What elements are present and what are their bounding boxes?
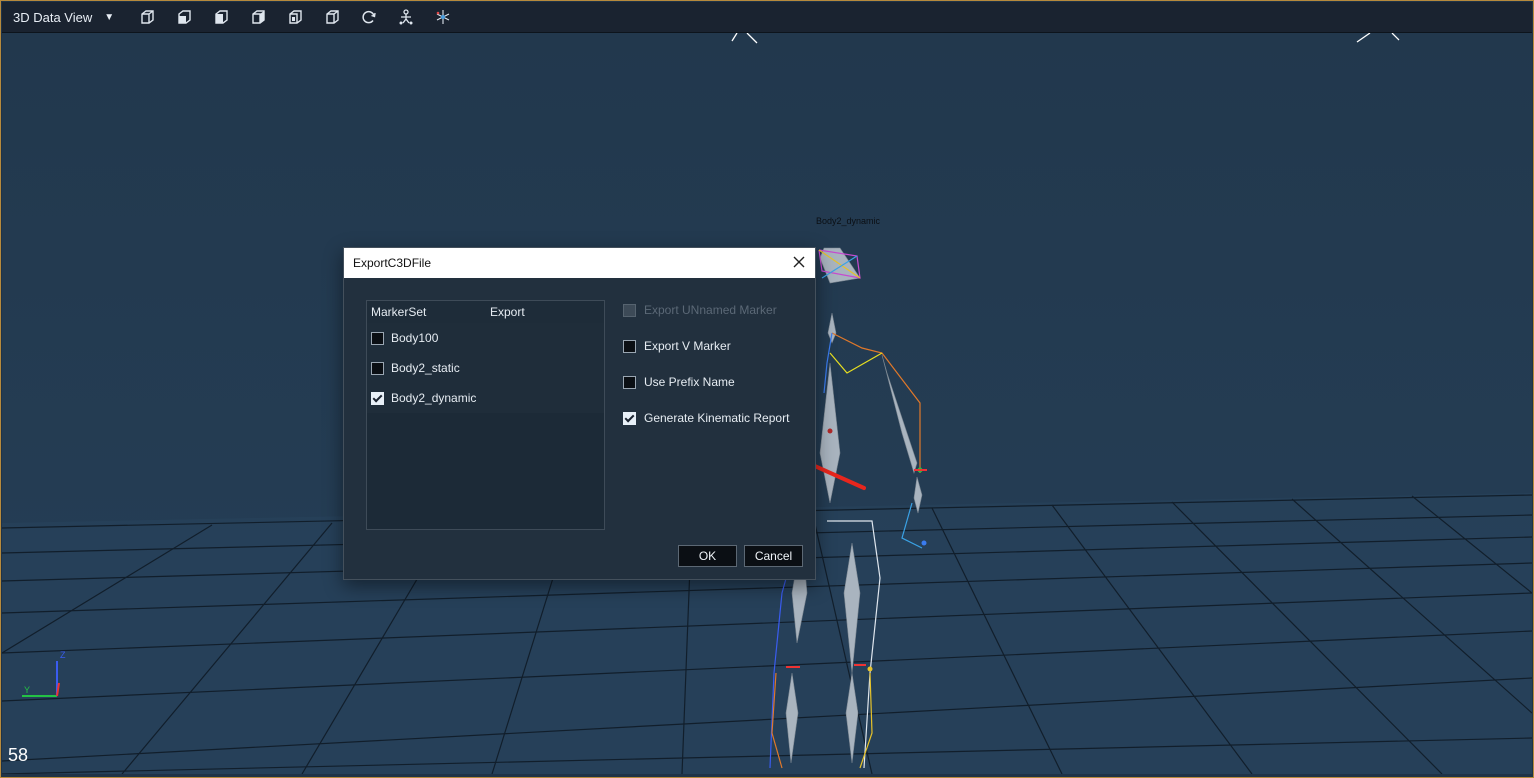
checkbox[interactable] — [623, 339, 636, 353]
option-label: Export UNnamed Marker — [644, 303, 777, 317]
table-row[interactable]: Body2_dynamic — [367, 383, 604, 413]
figure-label: Body2_dynamic — [816, 216, 881, 226]
checkbox[interactable] — [623, 411, 636, 425]
generate-kinematic-report-option[interactable]: Generate Kinematic Report — [623, 411, 789, 425]
column-header-export: Export — [490, 305, 525, 319]
front-view-icon[interactable] — [165, 4, 202, 30]
option-label: Use Prefix Name — [644, 375, 735, 389]
svg-text:Z: Z — [60, 650, 66, 660]
row-checkbox[interactable] — [371, 361, 384, 375]
close-icon[interactable] — [791, 254, 807, 270]
top-view-icon[interactable] — [239, 4, 276, 30]
checkbox[interactable] — [623, 375, 636, 389]
option-label: Export V Marker — [644, 339, 731, 353]
view-title: 3D Data View — [13, 9, 93, 25]
row-label: Body100 — [391, 331, 439, 345]
use-prefix-name-option[interactable]: Use Prefix Name — [623, 375, 735, 389]
dialog-titlebar: ExportC3DFile — [344, 248, 815, 278]
checkbox — [623, 303, 636, 317]
export-c3d-dialog: ExportC3DFile MarkerSet Export Body100 B… — [343, 247, 816, 580]
frame-number: 58 — [8, 745, 29, 765]
table-row[interactable]: Body2_static — [367, 353, 604, 383]
skeleton-view-icon[interactable] — [387, 4, 424, 30]
export-unnamed-marker-option: Export UNnamed Marker — [623, 303, 777, 317]
row-label: Body2_dynamic — [391, 391, 477, 405]
marker-view-icon[interactable] — [424, 4, 461, 30]
row-checkbox[interactable] — [371, 391, 384, 405]
row-label: Body2_static — [391, 361, 460, 375]
perspective-view-icon[interactable] — [128, 4, 165, 30]
view-toolbar: 3D Data View ▼ — [2, 2, 1532, 33]
ok-button[interactable]: OK — [678, 545, 737, 567]
table-header: MarkerSet Export — [367, 301, 604, 323]
dialog-title: ExportC3DFile — [353, 256, 432, 270]
svg-text:Y: Y — [24, 685, 30, 695]
row-checkbox[interactable] — [371, 331, 384, 345]
back-view-icon[interactable] — [276, 4, 313, 30]
bottom-view-icon[interactable] — [313, 4, 350, 30]
column-header-markerset: MarkerSet — [371, 305, 427, 319]
side-view-icon[interactable] — [202, 4, 239, 30]
option-label: Generate Kinematic Report — [644, 411, 790, 425]
triangle-down-icon[interactable]: ▼ — [104, 12, 114, 23]
cancel-button[interactable]: Cancel — [744, 545, 803, 567]
markerset-table: MarkerSet Export Body100 Body2_static Bo… — [366, 300, 605, 530]
rotate-reset-icon[interactable] — [350, 4, 387, 30]
export-v-marker-option[interactable]: Export V Marker — [623, 339, 731, 353]
table-row[interactable]: Body100 — [367, 323, 604, 353]
